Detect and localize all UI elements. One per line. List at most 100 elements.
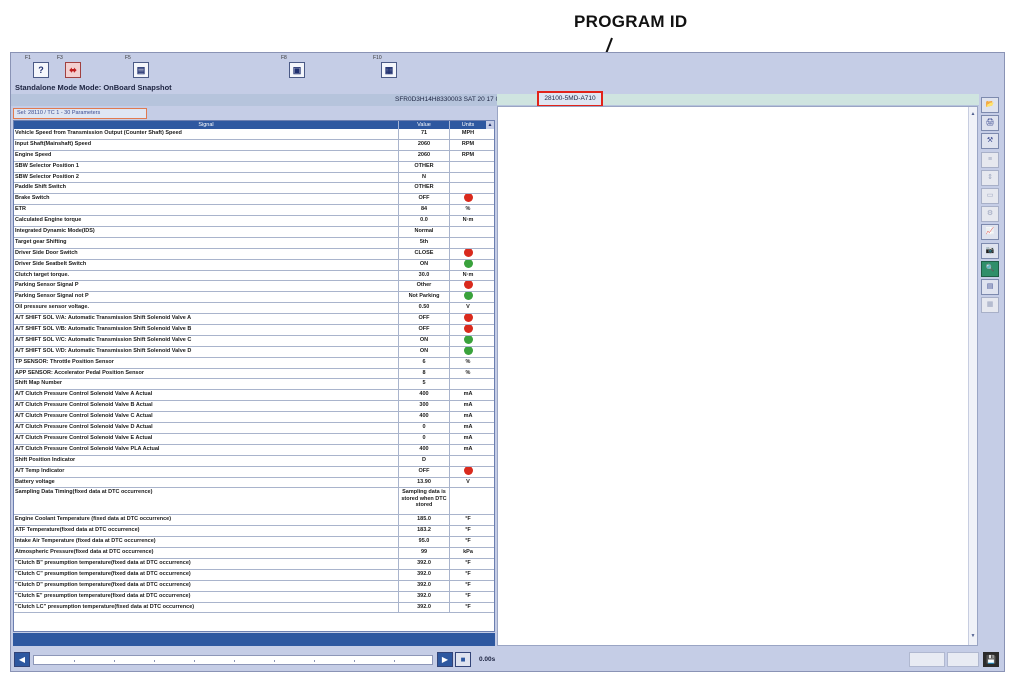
list-icon[interactable]: ≡ (981, 151, 999, 168)
unit-cell: mA (463, 424, 473, 431)
table-row[interactable]: Intake Air Temperature (fixed data at DT… (14, 537, 494, 549)
record-button[interactable]: F3 ⬌ (57, 55, 87, 81)
save-button[interactable]: 💾 (983, 652, 999, 667)
graph-scrollbar[interactable]: ▲ ▼ (968, 107, 977, 645)
table-row[interactable]: A/T Clutch Pressure Control Solenoid Val… (14, 412, 494, 424)
table-row[interactable]: Parking Sensor Signal not P Not Parking (14, 292, 494, 304)
table-row[interactable]: "Clutch D" presumption temperature(fixed… (14, 580, 494, 592)
value-cell: D (399, 455, 450, 466)
signal-cell: A/T Clutch Pressure Control Solenoid Val… (14, 433, 399, 444)
header-unit[interactable]: Units (450, 121, 486, 129)
header-value[interactable]: Value (399, 121, 450, 129)
table-row[interactable]: Atmospheric Pressure(fixed data at DTC o… (14, 548, 494, 559)
table-row[interactable]: A/T Clutch Pressure Control Solenoid Val… (14, 390, 494, 402)
table-row[interactable]: A/T SHIFT SOL V/C: Automatic Transmissio… (14, 335, 494, 347)
table-scroll-up-icon[interactable]: ▲ (486, 121, 494, 129)
sort-icon[interactable]: ⇕ (981, 169, 999, 186)
table-row[interactable]: SBW Selector Position 1 OTHER (14, 161, 494, 173)
value-cell: 84 (399, 205, 450, 216)
table-row[interactable]: APP SENSOR: Accelerator Pedal Position S… (14, 368, 494, 380)
table-row[interactable]: Paddle Shift Switch OTHER (14, 183, 494, 195)
table-row[interactable]: A/T Clutch Pressure Control Solenoid Val… (14, 423, 494, 434)
prev-button[interactable]: ◀ (14, 652, 30, 667)
parameter-selector[interactable]: Sel: 28110 / TC 1 - 30 Parameters (13, 108, 147, 119)
table-row[interactable]: Driver Side Door Switch CLOSE (14, 248, 494, 260)
signal-cell: A/T Clutch Pressure Control Solenoid Val… (14, 401, 399, 412)
table-row[interactable]: "Clutch B" presumption temperature(fixed… (14, 558, 494, 570)
table-row[interactable]: Engine Coolant Temperature (fixed data a… (14, 515, 494, 527)
signal-cell: Oil pressure sensor voltage. (14, 303, 399, 314)
side-toolbar: 📂 🖨 ⚒ ≡ ⇕ ▭ ⚙ 📈 📷 🔍 ▤ ▦ (981, 97, 1001, 347)
value-cell: 8 (399, 368, 450, 379)
value-cell: 2060 (399, 150, 450, 161)
table-row[interactable]: Calculated Engine torque 0.0 N·m (14, 216, 494, 228)
value-cell: 95.0 (399, 537, 450, 548)
help-button[interactable]: F1 ? (25, 55, 55, 81)
signal-cell: APP SENSOR: Accelerator Pedal Position S… (14, 368, 399, 379)
stop-button[interactable]: ■ (455, 652, 471, 667)
open-folder-icon[interactable]: 📂 (981, 97, 999, 113)
value-cell: Normal (399, 227, 450, 237)
table-row[interactable]: A/T Clutch Pressure Control Solenoid Val… (14, 444, 494, 456)
table-row[interactable]: Vehicle Speed from Transmission Output (… (14, 129, 494, 140)
table-row[interactable]: Target gear Shifting 5th (14, 237, 494, 249)
table-row[interactable]: "Clutch LC" presumption temperature(fixe… (14, 602, 494, 614)
zoom-icon[interactable]: 🔍 (981, 260, 999, 277)
tools-icon[interactable]: ⚒ (981, 133, 999, 150)
table-row[interactable]: Engine Speed 2060 RPM (14, 150, 494, 162)
report-button[interactable]: F10 ▦ (373, 55, 403, 81)
camera-icon[interactable]: 📷 (981, 242, 999, 259)
unit-cell: °F (465, 570, 471, 577)
snapshot-button[interactable]: F8 ▣ (281, 55, 311, 81)
table-row[interactable]: TP SENSOR: Throttle Position Sensor 6% (14, 357, 494, 369)
value-cell: Not Parking (399, 292, 450, 303)
table-row[interactable]: Parking Sensor Signal P Other (14, 281, 494, 293)
print-icon[interactable]: 🖨 (981, 115, 999, 132)
timeline-slider[interactable] (33, 655, 433, 665)
settings-icon[interactable]: ⚙ (981, 206, 999, 223)
table-row[interactable]: A/T SHIFT SOL V/A: Automatic Transmissio… (14, 314, 494, 326)
table-row[interactable]: Clutch target torque. 30.0 N·m (14, 270, 494, 282)
table-row[interactable]: A/T SHIFT SOL V/D: Automatic Transmissio… (14, 346, 494, 358)
blank-icon[interactable]: ▭ (981, 187, 999, 204)
table-row[interactable]: Input Shaft(Mainshaft) Speed 2060 RPM (14, 139, 494, 151)
table-row[interactable]: Brake Switch OFF (14, 194, 494, 206)
table-row[interactable]: Oil pressure sensor voltage. 0.50 V (14, 303, 494, 315)
table-row[interactable]: Battery voltage 13.90 V (14, 477, 494, 489)
table-row[interactable]: Shift Position Indicator D (14, 455, 494, 467)
signal-cell: SBW Selector Position 2 (14, 172, 399, 183)
slider-tick (394, 660, 395, 662)
table-row[interactable]: Sampling Data Timing(fixed data at DTC o… (14, 488, 494, 516)
table-row[interactable]: SBW Selector Position 2N (14, 172, 494, 184)
signal-cell: A/T SHIFT SOL V/C: Automatic Transmissio… (14, 335, 399, 346)
table-header: Signal Value Units (14, 121, 494, 129)
table-view-button[interactable]: F5 ▤ (125, 55, 155, 81)
value-cell: 99 (399, 548, 450, 558)
status-field (947, 652, 979, 667)
graph-icon[interactable]: 📈 (981, 224, 999, 241)
table-row[interactable]: Shift Map Number 5 (14, 379, 494, 391)
signal-cell: A/T SHIFT SOL V/B: Automatic Transmissio… (14, 325, 399, 335)
table-row[interactable]: A/T Clutch Pressure Control Solenoid Val… (14, 433, 494, 445)
table-row[interactable]: A/T Temp Indicator OFF (14, 466, 494, 478)
status-off-icon (463, 248, 473, 257)
table-row[interactable]: Integrated Dynamic Mode(IDS) Normal (14, 227, 494, 238)
table-row[interactable]: A/T SHIFT SOL V/B: Automatic Transmissio… (14, 325, 494, 336)
table-row[interactable]: A/T Clutch Pressure Control Solenoid Val… (14, 401, 494, 413)
table-row[interactable]: "Clutch E" presumption temperature(fixed… (14, 591, 494, 603)
value-cell: ON (399, 346, 450, 357)
unit-cell (450, 379, 486, 389)
scroll-up-icon[interactable]: ▲ (969, 111, 977, 117)
chart-icon[interactable]: ▤ (981, 278, 999, 295)
unit-cell (450, 238, 486, 248)
header-signal[interactable]: Signal (14, 121, 399, 129)
table-row[interactable]: ATF Temperature(fixed data at DTC occurr… (14, 526, 494, 538)
scroll-down-icon[interactable]: ▼ (969, 633, 977, 639)
grid-icon[interactable]: ▦ (981, 297, 999, 314)
table-row[interactable]: "Clutch C" presumption temperature(fixed… (14, 569, 494, 581)
signal-cell: A/T SHIFT SOL V/A: Automatic Transmissio… (14, 314, 399, 325)
play-button[interactable]: ▶ (437, 652, 453, 667)
table-row[interactable]: Driver Side Seatbelt Switch ON (14, 259, 494, 271)
signal-cell: Vehicle Speed from Transmission Output (… (14, 129, 399, 139)
table-row[interactable]: ETR 84% (14, 205, 494, 217)
